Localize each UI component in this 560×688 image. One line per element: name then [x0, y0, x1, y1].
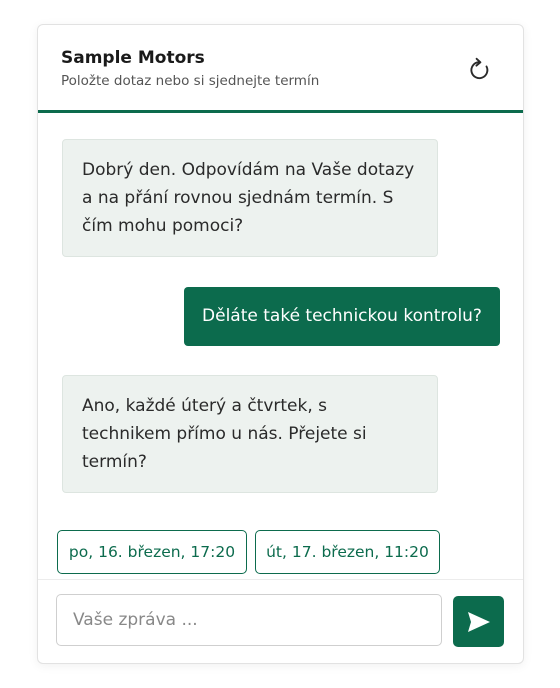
bot-message: Ano, každé úterý a čtvrtek, s technikem …: [62, 375, 438, 493]
composer: [38, 579, 523, 663]
suggestion-chip[interactable]: po, 16. březen, 17:20: [57, 530, 247, 574]
send-icon: [468, 612, 490, 632]
refresh-icon[interactable]: [466, 56, 494, 84]
page-subtitle: Položte dotaz nebo si sjednejte termín: [61, 73, 320, 89]
user-message-text: Děláte také technickou kontrolu?: [202, 306, 482, 326]
page-title: Sample Motors: [61, 48, 205, 68]
message-input[interactable]: [56, 594, 442, 646]
bot-message-text: Ano, každé úterý a čtvrtek, s technikem …: [82, 396, 367, 472]
chat-widget: Sample Motors Položte dotaz nebo si sjed…: [37, 24, 524, 664]
user-message: Děláte také technickou kontrolu?: [184, 287, 500, 346]
bot-message-text: Dobrý den. Odpovídám na Vaše dotazy a na…: [82, 160, 415, 236]
bot-message: Dobrý den. Odpovídám na Vaše dotazy a na…: [62, 139, 438, 257]
send-button[interactable]: [453, 596, 504, 647]
chat-header: Sample Motors Položte dotaz nebo si sjed…: [38, 25, 523, 113]
suggestion-chip[interactable]: út, 17. březen, 11:20: [255, 530, 440, 574]
